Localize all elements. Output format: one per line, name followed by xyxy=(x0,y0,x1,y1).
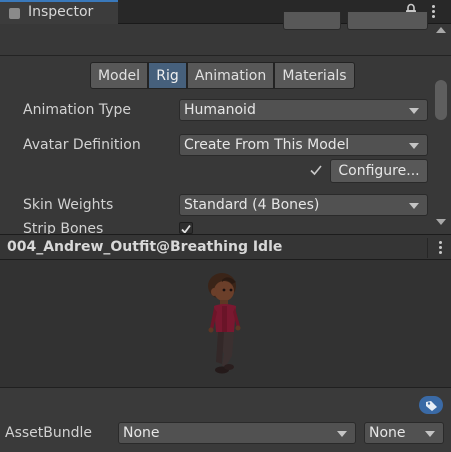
character-preview-model xyxy=(208,273,241,374)
animation-type-value: Humanoid xyxy=(184,102,256,118)
assetbundle-label: AssetBundle xyxy=(5,425,93,441)
scroll-up-arrow[interactable] xyxy=(436,27,446,33)
preview-header[interactable]: 004_Andrew_Outfit@Breathing Idle xyxy=(0,234,451,260)
animation-type-label: Animation Type xyxy=(23,102,131,118)
strip-bones-checkbox[interactable] xyxy=(179,222,193,234)
assetbundle-name-dropdown[interactable]: None xyxy=(118,422,356,444)
avatar-definition-label: Avatar Definition xyxy=(23,137,141,153)
animation-type-dropdown[interactable]: Humanoid xyxy=(179,99,428,121)
chevron-down-icon xyxy=(409,143,419,149)
kebab-menu-icon[interactable] xyxy=(427,3,439,19)
tab-animation[interactable]: Animation xyxy=(187,62,274,89)
assetbundle-variant-dropdown[interactable]: None xyxy=(364,422,444,444)
scroll-down-arrow[interactable] xyxy=(436,219,446,225)
avatar-definition-value: Create From This Model xyxy=(184,137,350,153)
assetbundle-name-value: None xyxy=(123,425,160,441)
configure-button[interactable]: Configure... xyxy=(330,159,428,183)
tab-materials[interactable]: Materials xyxy=(274,62,355,89)
checkmark-icon xyxy=(181,224,191,233)
header-open-button[interactable] xyxy=(283,12,341,30)
avatar-definition-dropdown[interactable]: Create From This Model xyxy=(179,134,428,156)
checkmark-icon xyxy=(310,165,322,176)
tab-model[interactable]: Model xyxy=(90,62,148,89)
asset-label-tag-icon[interactable] xyxy=(419,396,443,414)
chevron-down-icon xyxy=(337,431,347,437)
header-settings-button[interactable] xyxy=(347,12,428,30)
chevron-down-icon xyxy=(409,108,419,114)
tab-rig[interactable]: Rig xyxy=(148,62,187,89)
inspector-tab-title: Inspector xyxy=(28,4,94,20)
inspector-icon xyxy=(9,8,20,19)
skin-weights-value: Standard (4 Bones) xyxy=(184,197,320,213)
preview-title: 004_Andrew_Outfit@Breathing Idle xyxy=(7,239,283,255)
chevron-down-icon xyxy=(425,431,435,437)
scrollbar-thumb[interactable] xyxy=(435,80,447,120)
skin-weights-label: Skin Weights xyxy=(23,197,114,213)
skin-weights-dropdown[interactable]: Standard (4 Bones) xyxy=(179,194,428,216)
kebab-menu-icon[interactable] xyxy=(437,239,443,257)
header-divider xyxy=(0,55,451,56)
assetbundle-variant-value: None xyxy=(369,425,406,441)
preview-divider xyxy=(427,238,428,258)
chevron-down-icon xyxy=(409,203,419,209)
inspector-tab[interactable]: Inspector xyxy=(0,0,118,24)
